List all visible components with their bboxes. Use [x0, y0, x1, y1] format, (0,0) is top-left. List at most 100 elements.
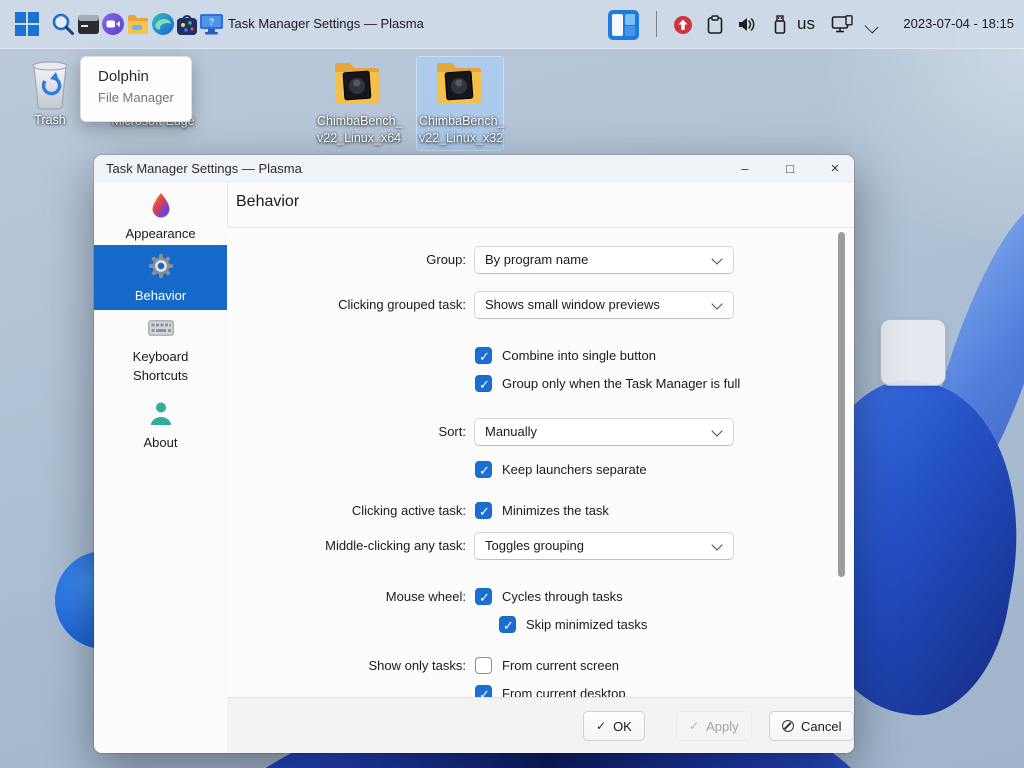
desktop-screen: Trash Microsoft Edge ChimbaBench_ v22_Li…: [0, 0, 1024, 768]
minimize-button[interactable]: –: [728, 155, 762, 183]
gear-icon: [146, 268, 176, 285]
group-label: Group:: [227, 246, 466, 274]
folder-x32-label-line2: v22_Linux_x32: [419, 130, 499, 147]
clock[interactable]: 2023-07-04 - 18:15: [886, 0, 1014, 48]
maximize-button[interactable]: □: [773, 155, 807, 183]
clicking-grouped-select[interactable]: Shows small window previews: [474, 291, 734, 319]
from-screen-label[interactable]: From current screen: [502, 657, 619, 674]
folder-icon: [432, 93, 486, 110]
system-monitor-icon[interactable]: ?: [199, 13, 224, 41]
group-select[interactable]: By program name: [474, 246, 734, 274]
folder-x64-label-line2: v22_Linux_x64: [317, 130, 397, 147]
volume-icon[interactable]: [738, 16, 758, 38]
folder-x64-desktop-icon[interactable]: [330, 58, 384, 106]
cycles-checkbox[interactable]: [475, 588, 492, 605]
window-preview-icon[interactable]: [607, 9, 640, 46]
tooltip-subtitle: File Manager: [98, 90, 174, 105]
tooltip-title: Dolphin: [98, 68, 149, 85]
ok-button[interactable]: ✓ OK: [583, 711, 645, 741]
tray-expander-chevron-icon[interactable]: [864, 19, 878, 33]
tray-separator: [656, 11, 657, 37]
group-only-checkbox[interactable]: [475, 375, 492, 392]
apply-button[interactable]: ✓ Apply: [676, 711, 752, 741]
close-button[interactable]: ×: [818, 155, 852, 183]
from-screen-checkbox[interactable]: [475, 657, 492, 674]
minimizes-label[interactable]: Minimizes the task: [502, 502, 609, 519]
sidebar-label-behavior: Behavior: [94, 286, 227, 305]
taskbar-active-task[interactable]: Task Manager Settings — Plasma: [228, 0, 424, 48]
show-only-label: Show only tasks:: [227, 657, 466, 674]
from-desktop-checkbox[interactable]: [475, 685, 492, 697]
group-only-label[interactable]: Group only when the Task Manager is full: [502, 375, 740, 392]
clipboard-icon[interactable]: [707, 15, 723, 39]
sidebar-item-keyboard-shortcuts[interactable]: Keyboard Shortcuts: [94, 320, 227, 385]
trash-label: Trash: [10, 112, 90, 129]
middle-click-label: Middle-clicking any task:: [227, 532, 466, 560]
chevron-down-icon: [711, 298, 722, 309]
middle-click-select[interactable]: Toggles grouping: [474, 532, 734, 560]
cancel-icon: [782, 720, 794, 732]
update-notifier-icon[interactable]: [674, 16, 692, 39]
sidebar-item-about[interactable]: About: [94, 398, 227, 452]
folder-x64-label: ChimbaBench_ v22_Linux_x64: [317, 113, 397, 147]
ok-button-label: OK: [613, 719, 632, 734]
cancel-button-label: Cancel: [801, 719, 841, 734]
appearance-icon: [147, 206, 175, 223]
keyboard-icon: [148, 323, 174, 340]
clicking-grouped-label: Clicking grouped task:: [227, 291, 466, 319]
keep-launchers-checkbox[interactable]: [475, 461, 492, 478]
software-store-icon[interactable]: [175, 12, 199, 42]
terminal-icon[interactable]: [77, 13, 100, 41]
combine-checkbox[interactable]: [475, 347, 492, 364]
chevron-down-icon: [711, 253, 722, 264]
display-network-icon[interactable]: [831, 15, 853, 39]
video-chat-icon[interactable]: [101, 12, 125, 41]
sidebar-label-about: About: [94, 433, 227, 452]
apply-button-label: Apply: [706, 719, 739, 734]
folder-x32-desktop-icon[interactable]: [432, 58, 486, 106]
from-desktop-label[interactable]: From current desktop: [502, 685, 626, 697]
svg-text:?: ?: [209, 17, 214, 27]
edge-browser-icon[interactable]: [151, 12, 175, 41]
folder-x64-label-line1: ChimbaBench_: [317, 113, 397, 130]
keep-launchers-label[interactable]: Keep launchers separate: [502, 461, 647, 478]
start-button[interactable]: [14, 11, 40, 42]
sort-select[interactable]: Manually: [474, 418, 734, 446]
combine-label[interactable]: Combine into single button: [502, 347, 656, 364]
cancel-button[interactable]: Cancel: [769, 711, 854, 741]
user-icon: [147, 415, 175, 432]
window-titlebar[interactable]: Task Manager Settings — Plasma – □ ×: [94, 155, 854, 183]
chevron-down-icon: [711, 425, 722, 436]
sidebar-label-appearance: Appearance: [94, 224, 227, 243]
folder-icon: [330, 93, 384, 110]
keyboard-layout-indicator[interactable]: us: [797, 0, 815, 48]
page-title: Behavior: [236, 193, 299, 211]
mouse-wheel-label: Mouse wheel:: [227, 588, 466, 605]
clicking-grouped-select-value: Shows small window previews: [485, 292, 660, 318]
window-title: Task Manager Settings — Plasma: [106, 155, 302, 183]
sidebar-label-keyboard-shortcuts: Keyboard Shortcuts: [113, 347, 209, 385]
usb-device-icon[interactable]: [772, 14, 788, 40]
desktop-widget: [880, 319, 946, 386]
search-icon[interactable]: [51, 12, 75, 41]
cycles-label[interactable]: Cycles through tasks: [502, 588, 623, 605]
check-icon: ✓: [596, 719, 606, 733]
skip-minimized-checkbox[interactable]: [499, 616, 516, 633]
dialog-footer: [227, 697, 854, 753]
middle-click-select-value: Toggles grouping: [485, 533, 584, 559]
sidebar-item-behavior[interactable]: Behavior: [94, 251, 227, 305]
skip-minimized-label[interactable]: Skip minimized tasks: [526, 616, 647, 633]
scrollbar-thumb[interactable]: [838, 232, 845, 577]
folder-x32-label: ChimbaBench_ v22_Linux_x32: [419, 113, 499, 147]
task-manager-settings-window: Task Manager Settings — Plasma – □ × App…: [94, 155, 854, 753]
clicking-active-label: Clicking active task:: [227, 502, 466, 519]
file-manager-icon[interactable]: [126, 13, 150, 41]
check-icon: ✓: [689, 719, 699, 733]
sort-select-value: Manually: [485, 419, 537, 445]
minimizes-checkbox[interactable]: [475, 502, 492, 519]
sidebar-item-appearance[interactable]: Appearance: [94, 191, 227, 243]
group-select-value: By program name: [485, 247, 588, 273]
trash-desktop-icon[interactable]: [26, 58, 74, 110]
dolphin-tooltip: Dolphin File Manager: [80, 56, 192, 122]
folder-x32-label-line1: ChimbaBench_: [419, 113, 499, 130]
